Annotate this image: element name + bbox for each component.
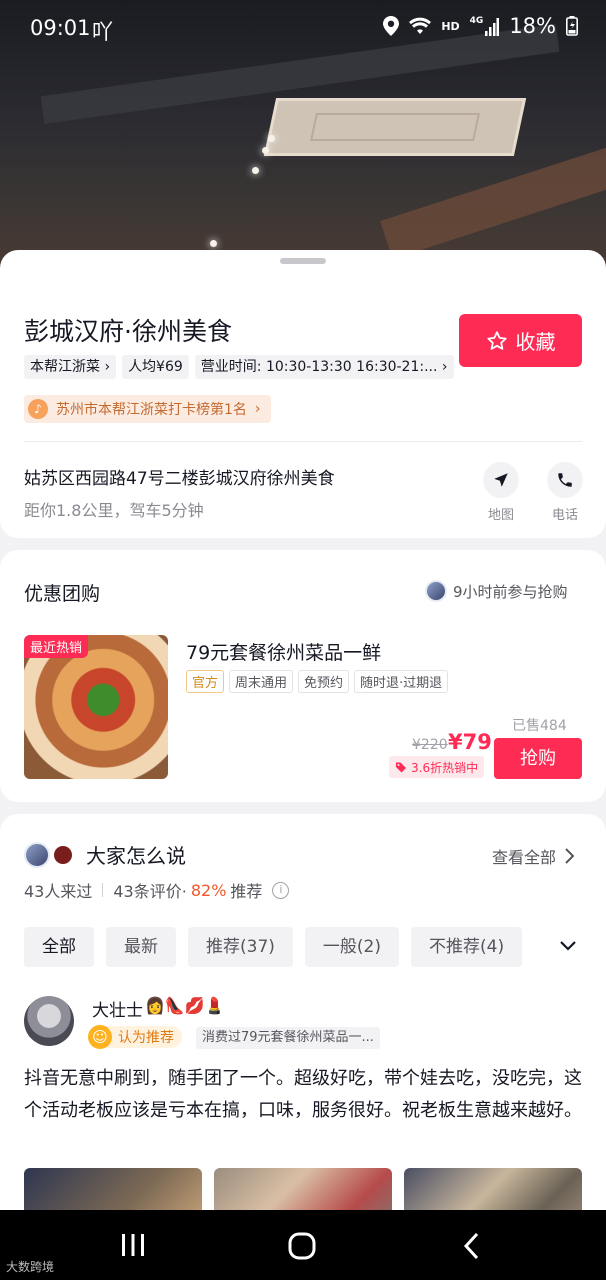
divider xyxy=(24,441,582,442)
chevron-right-icon: › xyxy=(254,401,261,417)
expand-filters-button[interactable] xyxy=(560,937,576,956)
deal-title[interactable]: 79元套餐徐州菜品一鲜 xyxy=(186,638,381,665)
recommend-label: 认为推荐 xyxy=(118,1030,174,1046)
status-bar: 09:01 吖 HD 4G 18% xyxy=(0,0,606,56)
douyin-icon: ♪ xyxy=(28,399,48,419)
deal-image[interactable]: 最近热销 xyxy=(24,635,168,779)
filter-recommend[interactable]: 推荐(37) xyxy=(188,927,293,967)
participation-info: 9小时前参与抢购 xyxy=(425,580,568,602)
network-indicator: 4G xyxy=(469,16,484,26)
official-chip: 官方 xyxy=(186,670,225,693)
navigation-icon xyxy=(494,473,508,487)
deal-price: ¥79 xyxy=(448,730,492,754)
ranking-label: 苏州市本帮江浙菜打卡榜第1名 xyxy=(56,402,247,418)
favorite-button[interactable]: 收藏 xyxy=(459,314,582,367)
phone-icon xyxy=(558,473,572,487)
review-stats: 43人来过 43条评价· 82% 推荐 i xyxy=(24,878,290,902)
deal-chips: 官方 周末通用 免预约 随时退·过期退 xyxy=(186,670,449,693)
chevron-right-icon: › xyxy=(441,359,448,375)
avatar xyxy=(52,843,74,866)
recommend-percent: 82% xyxy=(190,880,227,900)
wifi-icon xyxy=(409,17,432,34)
filter-all[interactable]: 全部 xyxy=(24,927,94,967)
favorite-label: 收藏 xyxy=(515,330,556,354)
original-price: ¥220 xyxy=(412,737,448,753)
hd-indicator: HD xyxy=(441,19,460,33)
cuisine-tag-label: 本帮江浙菜 xyxy=(30,359,100,375)
sold-count: 已售484 xyxy=(512,718,567,734)
store-tags: 本帮江浙菜 › 人均¥69 营业时间: 10:30-13:30 16:30-21… xyxy=(24,355,454,379)
chevron-down-icon xyxy=(560,941,576,951)
reviews-header: 大家怎么说 xyxy=(24,840,186,869)
visited-count: 43人来过 xyxy=(24,882,93,901)
tag-icon xyxy=(396,762,406,773)
recent-apps-icon[interactable] xyxy=(120,1232,146,1258)
hours-tag[interactable]: 营业时间: 10:30-13:30 16:30-21:... › xyxy=(194,355,454,379)
back-icon[interactable] xyxy=(462,1232,480,1260)
view-all-button[interactable]: 查看全部 xyxy=(492,844,575,868)
battery-percent: 18% xyxy=(509,14,556,38)
location-icon xyxy=(383,16,400,36)
battery-icon xyxy=(566,16,578,36)
store-address[interactable]: 姑苏区西园路47号二楼彭城汉府徐州美食 xyxy=(24,464,335,489)
store-name: 彭城汉府·徐州美食 xyxy=(24,317,232,346)
star-icon xyxy=(486,330,507,350)
filter-not-recommend[interactable]: 不推荐(4) xyxy=(411,927,523,967)
discount-badge: 3.6折热销中 xyxy=(389,756,485,778)
review-filters: 全部 最新 推荐(37) 一般(2) 不推荐(4) xyxy=(24,927,523,967)
signal-icon xyxy=(485,18,500,36)
reviews-title: 大家怎么说 xyxy=(86,844,186,868)
map-button[interactable]: 地图 xyxy=(481,462,521,523)
phone-label: 电话 xyxy=(551,508,578,523)
chevron-right-icon: › xyxy=(104,359,111,375)
phone-button[interactable]: 电话 xyxy=(545,462,585,523)
view-all-label: 查看全部 xyxy=(492,848,557,867)
review-count: 43条评价· xyxy=(113,882,187,901)
consumed-tag[interactable]: 消费过79元套餐徐州菜品一... xyxy=(196,1027,380,1049)
cuisine-tag[interactable]: 本帮江浙菜 › xyxy=(24,355,117,379)
carrier-icon: 吖 xyxy=(92,20,113,44)
buy-button[interactable]: 抢购 xyxy=(494,738,582,779)
participation-text: 9小时前参与抢购 xyxy=(453,582,568,601)
group-deal-title: 优惠团购 xyxy=(24,583,101,605)
smile-icon: ☺ xyxy=(88,1025,112,1049)
store-distance: 距你1.8公里，驾车5分钟 xyxy=(24,501,204,520)
filter-average[interactable]: 一般(2) xyxy=(304,927,399,967)
map-label: 地图 xyxy=(487,508,514,523)
chevron-right-icon xyxy=(565,848,575,864)
reviewer-emojis: 👩👠💋💄 xyxy=(145,996,225,1015)
avatar xyxy=(24,841,50,868)
watermark: 大数跨境 xyxy=(6,1260,55,1274)
system-nav-bar xyxy=(0,1210,606,1280)
hot-sale-badge: 最近热销 xyxy=(24,635,89,658)
no-reservation-chip: 免预约 xyxy=(298,670,350,693)
recommend-badge: ☺ 认为推荐 xyxy=(88,1025,182,1049)
status-time: 09:01 xyxy=(30,16,91,40)
refund-chip: 随时退·过期退 xyxy=(354,670,449,693)
filter-latest[interactable]: 最新 xyxy=(106,927,176,967)
price-per-person-tag: 人均¥69 xyxy=(122,355,189,379)
info-icon[interactable]: i xyxy=(272,881,290,899)
reviewer-name[interactable]: 大壮士 xyxy=(92,996,143,1021)
sheet-drag-handle[interactable] xyxy=(280,258,326,264)
ranking-badge[interactable]: ♪ 苏州市本帮江浙菜打卡榜第1名 › xyxy=(24,395,271,423)
home-icon[interactable] xyxy=(288,1232,316,1260)
avatar xyxy=(425,580,447,602)
discount-label: 3.6折热销中 xyxy=(411,760,479,775)
recommend-suffix: 推荐 xyxy=(230,882,263,901)
weekend-chip: 周末通用 xyxy=(229,670,294,693)
review-text: 抖音无意中刷到，随手团了一个。超级好吃，带个娃去吃，没吃完，这个活动老板应该是亏… xyxy=(24,1068,582,1121)
reviewer-avatar[interactable] xyxy=(24,996,74,1046)
hours-label: 营业时间: 10:30-13:30 16:30-21:... xyxy=(200,359,438,375)
